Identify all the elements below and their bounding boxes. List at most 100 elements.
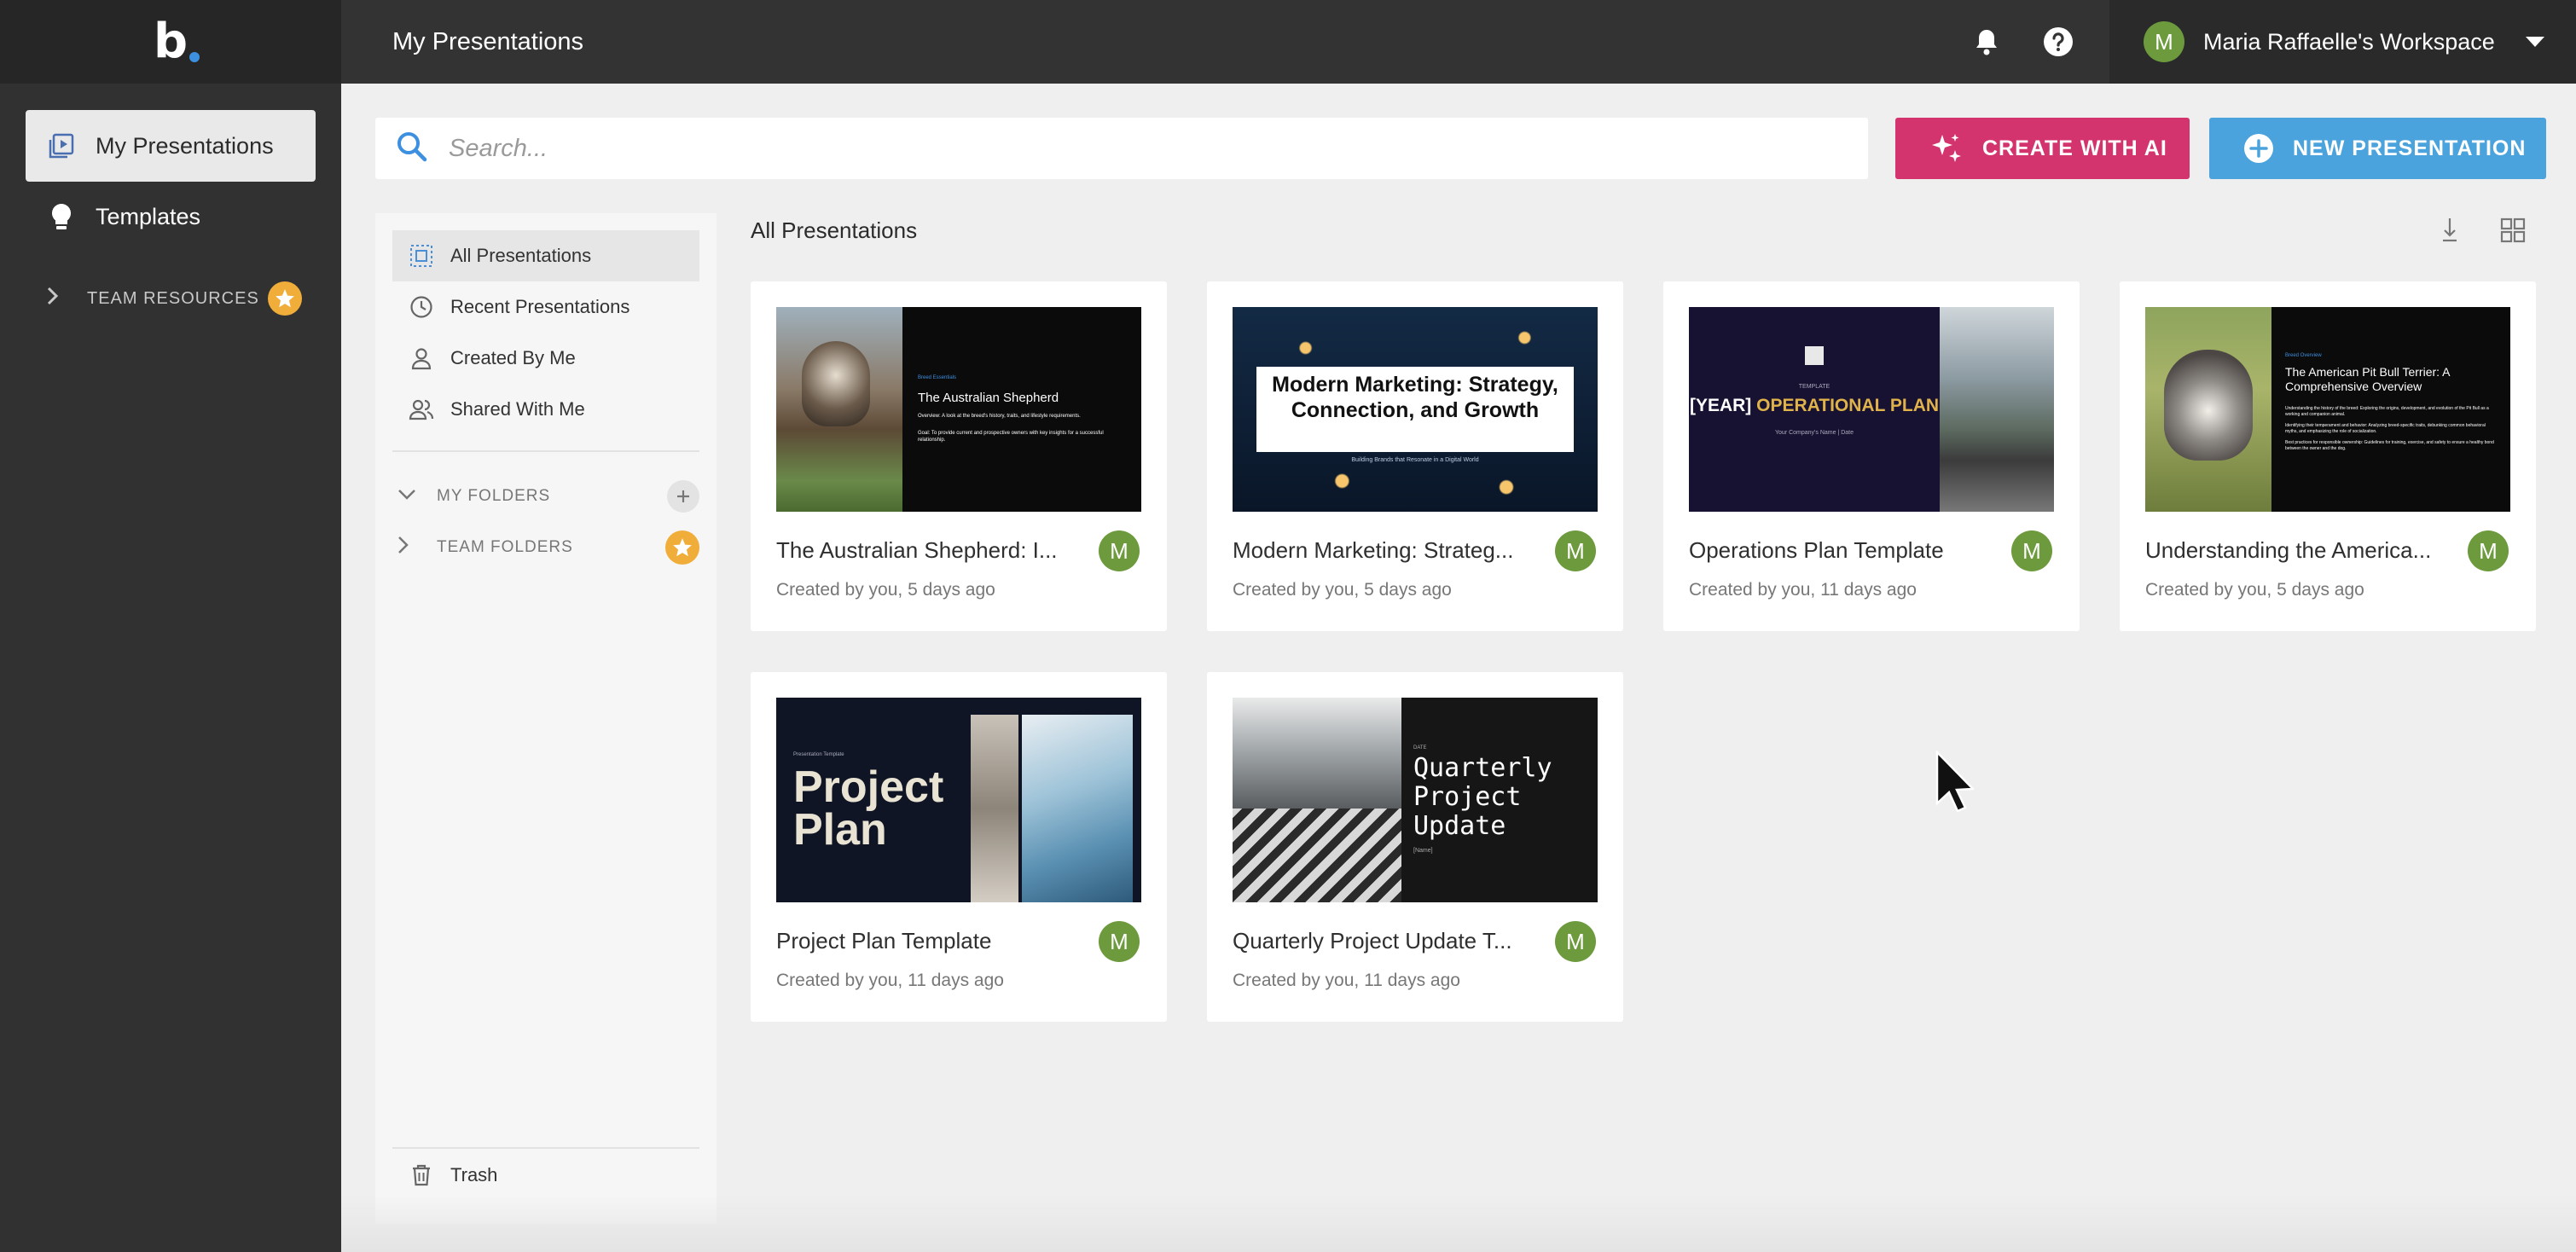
thumb-bullet: Understanding the history of the breed: … — [2285, 406, 2489, 417]
thumb-heading: Update — [1413, 811, 1506, 841]
sort-icon[interactable] — [2433, 213, 2467, 247]
sidebar-item-templates[interactable]: Templates — [26, 181, 316, 252]
presentation-card[interactable]: Modern Marketing: Strategy, Connection, … — [1207, 281, 1623, 631]
grid-select-icon — [408, 242, 435, 270]
folder-panel: All Presentations Recent Presentations C… — [375, 213, 717, 1224]
workspace-switcher[interactable]: M Maria Raffaelle's Workspace — [2109, 0, 2576, 84]
user-icon — [408, 345, 435, 372]
presentation-thumbnail[interactable]: Modern Marketing: Strategy, Connection, … — [1233, 307, 1598, 512]
thumb-bullet: Identifying their temperament and behavi… — [2285, 423, 2486, 434]
page-title: My Presentations — [392, 28, 584, 55]
presentation-thumbnail[interactable]: Breed Essentials The Australian Shepherd… — [776, 307, 1141, 512]
star-badge-icon — [268, 281, 302, 316]
top-header: My Presentations M Maria Raffaelle's Wor… — [341, 0, 2576, 84]
users-icon — [408, 396, 435, 423]
my-folders-label: MY FOLDERS — [437, 487, 551, 505]
sidebar-item-label: Templates — [96, 203, 201, 229]
card-subtitle: Created by you, 11 days ago — [776, 971, 1004, 990]
card-subtitle: Created by you, 5 days ago — [776, 580, 995, 600]
plus-circle-icon — [2243, 133, 2274, 164]
divider — [392, 1147, 699, 1149]
bell-icon[interactable] — [1969, 24, 2005, 60]
presentation-thumbnail[interactable]: Breed Overview The American Pit Bull Ter… — [2145, 307, 2510, 512]
filter-all-presentations[interactable]: All Presentations — [392, 230, 699, 281]
section-title: All Presentations — [751, 217, 918, 243]
logo-area[interactable]: b — [0, 0, 341, 84]
app-logo[interactable]: b — [154, 18, 200, 66]
sidebar-item-my-presentations[interactable]: My Presentations — [26, 110, 316, 182]
sparkle-icon — [1929, 131, 1964, 165]
grid-view-icon[interactable] — [2496, 213, 2530, 247]
my-folders-toggle[interactable]: MY FOLDERS — [397, 479, 699, 513]
thumb-kicker: TEMPLATE — [1798, 384, 1830, 390]
thumb-heading: Plan — [793, 805, 887, 855]
trash-label: Trash — [450, 1164, 498, 1185]
thumb-heading: Project — [1413, 782, 1522, 812]
team-resources-toggle[interactable]: TEAM RESOURCES — [46, 281, 302, 316]
presentation-card[interactable]: DATE Quarterly Project Update [Name] Qua… — [1207, 672, 1623, 1022]
card-title[interactable]: Quarterly Project Update T... — [1233, 928, 1527, 954]
office-photo — [971, 715, 1018, 902]
thumb-heading: Project — [793, 762, 944, 812]
thumb-kicker: DATE — [1413, 745, 1427, 751]
card-title[interactable]: Project Plan Template — [776, 928, 1070, 954]
filter-label: Shared With Me — [450, 398, 585, 420]
caret-down-icon — [2525, 37, 2544, 47]
filter-shared-with-me[interactable]: Shared With Me — [392, 384, 699, 435]
help-icon[interactable] — [2040, 24, 2076, 60]
mouse-cursor-icon — [1935, 749, 1976, 816]
filter-label: Recent Presentations — [450, 296, 630, 317]
presentation-thumbnail[interactable]: Presentation Template Project Plan — [776, 698, 1141, 902]
filter-label: Created By Me — [450, 347, 576, 368]
card-title[interactable]: Operations Plan Template — [1689, 537, 1983, 564]
trash-button[interactable]: Trash — [392, 1150, 699, 1201]
add-folder-button[interactable] — [667, 480, 699, 513]
filter-label: All Presentations — [450, 245, 592, 266]
divider — [392, 450, 699, 452]
thumb-heading: Modern Marketing: Strategy, Connection, … — [1272, 373, 1558, 422]
team-folders-toggle[interactable]: TEAM FOLDERS — [397, 530, 699, 565]
avatar: M — [1099, 530, 1140, 571]
avatar: M — [1099, 921, 1140, 962]
filter-recent-presentations[interactable]: Recent Presentations — [392, 281, 699, 333]
thumb-kicker: Presentation Template — [793, 752, 844, 757]
search-bar — [375, 118, 1868, 179]
create-with-ai-button[interactable]: CREATE WITH AI — [1895, 118, 2190, 179]
avatar: M — [2468, 530, 2509, 571]
thumb-heading: The Australian Shepherd — [918, 391, 1059, 405]
dog-photo — [2145, 307, 2271, 512]
presentation-card[interactable]: Breed Overview The American Pit Bull Ter… — [2120, 281, 2536, 631]
card-subtitle: Created by you, 5 days ago — [1233, 580, 1452, 600]
presentation-thumbnail[interactable]: DATE Quarterly Project Update [Name] — [1233, 698, 1598, 902]
presentation-thumbnail[interactable]: TEMPLATE [YEAR] OPERATIONAL PLAN Your Co… — [1689, 307, 2054, 512]
card-title[interactable]: Modern Marketing: Strateg... — [1233, 537, 1527, 564]
app-sidebar: b My Presentations Templates TEAM RESOUR… — [0, 0, 341, 1252]
filter-created-by-me[interactable]: Created By Me — [392, 333, 699, 384]
team-folders-label: TEAM FOLDERS — [437, 538, 573, 556]
create-with-ai-label: CREATE WITH AI — [1982, 136, 2167, 160]
presentation-card[interactable]: Breed Essentials The Australian Shepherd… — [751, 281, 1167, 631]
thumb-heading: The American Pit Bull Terrier: A Compreh… — [2285, 365, 2450, 393]
thumb-kicker: Breed Overview — [2285, 353, 2322, 358]
sidebar-item-label: My Presentations — [96, 132, 274, 159]
thumb-title-box: Modern Marketing: Strategy, Connection, … — [1256, 367, 1574, 452]
presentation-card[interactable]: TEMPLATE [YEAR] OPERATIONAL PLAN Your Co… — [1663, 281, 2080, 631]
thumb-year: [YEAR] — [1689, 396, 1752, 415]
avatar: M — [1555, 921, 1596, 962]
logo-placeholder — [1805, 346, 1824, 365]
card-title[interactable]: Understanding the America... — [2145, 537, 2440, 564]
mountain-photo — [1940, 307, 2054, 512]
presentation-icon — [46, 130, 77, 161]
workspace-name: Maria Raffaelle's Workspace — [2203, 28, 2495, 55]
thumb-subtitle: [Name] — [1413, 848, 1433, 854]
card-title[interactable]: The Australian Shepherd: I... — [776, 537, 1070, 564]
new-presentation-button[interactable]: NEW PRESENTATION — [2209, 118, 2546, 179]
presentation-card[interactable]: Presentation Template Project Plan Proje… — [751, 672, 1167, 1022]
search-input[interactable] — [449, 134, 1813, 163]
team-resources-label: TEAM RESOURCES — [87, 288, 259, 308]
chevron-right-icon — [397, 536, 418, 559]
thumb-bullet: Overview: A look at the breed's history,… — [918, 414, 1081, 419]
thumb-bullet: Best practices for responsible ownership… — [2285, 440, 2494, 451]
avatar: M — [2144, 21, 2184, 62]
chevron-right-icon — [46, 286, 70, 311]
